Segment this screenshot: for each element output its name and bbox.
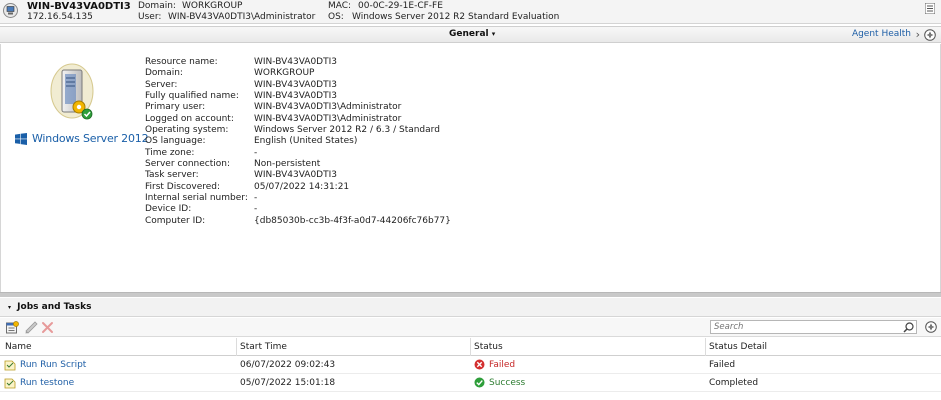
property-label: OS language: bbox=[145, 136, 206, 147]
delete-icon[interactable] bbox=[41, 321, 54, 334]
search-box bbox=[710, 320, 917, 334]
column-divider[interactable] bbox=[236, 338, 237, 356]
refresh-icon[interactable] bbox=[925, 321, 937, 333]
column-header-status-detail[interactable]: Status Detail bbox=[709, 342, 767, 352]
property-value: Windows Server 2012 R2 / 6.3 / Standard bbox=[254, 124, 440, 135]
mac-label: MAC: bbox=[328, 1, 352, 11]
jobs-section-title-wrap: ▾ Jobs and Tasks bbox=[8, 302, 91, 312]
ip-address: 172.16.54.135 bbox=[27, 12, 93, 22]
job-status-detail: Completed bbox=[709, 378, 759, 388]
property-label: Server connection: bbox=[145, 158, 230, 169]
column-divider[interactable] bbox=[470, 338, 471, 356]
os-label: OS: bbox=[328, 12, 344, 22]
menu-icon[interactable] bbox=[925, 3, 935, 14]
column-header-status[interactable]: Status bbox=[474, 342, 503, 352]
jobs-table: Name Start Time Status Status Detail Run… bbox=[0, 338, 941, 392]
property-value: WIN-BV43VA0DTI3\Administrator bbox=[254, 102, 402, 113]
domain-value: WORKGROUP bbox=[182, 1, 243, 11]
property-label: Server: bbox=[145, 79, 178, 90]
property-label: Fully qualified name: bbox=[145, 90, 239, 101]
edit-icon[interactable] bbox=[25, 321, 38, 334]
user-label: User: bbox=[138, 12, 162, 22]
os-value: Windows Server 2012 R2 Standard Evaluati… bbox=[352, 12, 560, 22]
chevron-down-icon: ▾ bbox=[491, 30, 496, 38]
property-value: WIN-BV43VA0DTI3 bbox=[254, 170, 337, 181]
column-header-start-time[interactable]: Start Time bbox=[240, 342, 287, 352]
job-status-detail: Failed bbox=[709, 360, 736, 370]
new-job-icon[interactable] bbox=[6, 321, 19, 334]
property-value: 05/07/2022 14:31:21 bbox=[254, 181, 350, 192]
property-value: WIN-BV43VA0DTI3 bbox=[254, 79, 337, 90]
computer-name: WIN-BV43VA0DTI3 bbox=[27, 1, 131, 12]
user-value: WIN-BV43VA0DTI3\Administrator bbox=[168, 12, 316, 22]
property-label: First Discovered: bbox=[145, 181, 221, 192]
chevron-down-icon[interactable]: ▾ bbox=[8, 304, 11, 311]
general-title: General bbox=[449, 29, 489, 39]
server-image bbox=[50, 63, 94, 120]
property-value: WIN-BV43VA0DTI3\Administrator bbox=[254, 113, 402, 124]
general-section: Windows Server 2012 Resource name: WIN-BV… bbox=[0, 44, 941, 292]
property-value: Non-persistent bbox=[254, 158, 321, 169]
property-label: Device ID: bbox=[145, 204, 192, 215]
windows-flag-icon bbox=[15, 133, 27, 145]
property-label: Time zone: bbox=[145, 147, 195, 158]
task-icon bbox=[4, 378, 16, 389]
property-label: Resource name: bbox=[145, 57, 218, 67]
property-value: WIN-BV43VA0DTI3 bbox=[254, 90, 337, 101]
property-label: Logged on account: bbox=[145, 113, 234, 124]
search-input[interactable] bbox=[711, 321, 896, 333]
general-dropdown[interactable]: General ▾ bbox=[449, 29, 495, 39]
property-label: Primary user: bbox=[145, 102, 206, 113]
column-header-name[interactable]: Name bbox=[5, 342, 32, 352]
resource-header: WIN-BV43VA0DTI3 172.16.54.135 Domain: WO… bbox=[0, 0, 941, 24]
domain-label: Domain: bbox=[138, 1, 176, 11]
property-label: Operating system: bbox=[145, 124, 229, 135]
property-label: Internal serial number: bbox=[145, 192, 248, 203]
job-start-time: 05/07/2022 15:01:18 bbox=[240, 378, 336, 388]
job-status: Success bbox=[489, 378, 526, 388]
property-value: - bbox=[254, 147, 258, 158]
job-status: Failed bbox=[489, 360, 516, 370]
property-value: WIN-BV43VA0DTI3 bbox=[254, 57, 337, 67]
search-icon[interactable] bbox=[903, 322, 914, 333]
property-value: - bbox=[254, 192, 258, 203]
table-row[interactable]: Run testone 05/07/2022 15:01:18 Success … bbox=[0, 374, 941, 392]
chevron-right-icon[interactable]: › bbox=[916, 28, 920, 41]
property-label: Computer ID: bbox=[145, 215, 206, 226]
job-name-link[interactable]: Run testone bbox=[20, 378, 74, 388]
property-label: Domain: bbox=[145, 68, 183, 79]
windows-server-logo: Windows Server 2012 bbox=[15, 132, 149, 146]
property-value: English (United States) bbox=[254, 136, 358, 147]
failed-icon bbox=[474, 359, 485, 370]
nav-circle-icon[interactable] bbox=[924, 29, 936, 41]
success-icon bbox=[474, 377, 485, 388]
jobs-toolbar bbox=[0, 318, 941, 337]
property-value: - bbox=[254, 204, 258, 215]
table-header: Name Start Time Status Status Detail bbox=[0, 338, 941, 356]
general-bar: General ▾ Agent Health › bbox=[0, 26, 941, 43]
table-row[interactable]: Run Run Script 06/07/2022 09:02:43 Faile… bbox=[0, 356, 941, 374]
property-label: Task server: bbox=[145, 170, 199, 181]
job-name-link[interactable]: Run Run Script bbox=[20, 360, 86, 370]
agent-health-link[interactable]: Agent Health bbox=[852, 29, 911, 39]
job-start-time: 06/07/2022 09:02:43 bbox=[240, 360, 336, 370]
mac-value: 00-0C-29-1E-CF-FE bbox=[358, 1, 443, 11]
task-icon bbox=[4, 360, 16, 371]
jobs-section-header[interactable]: ▾ Jobs and Tasks bbox=[0, 298, 941, 317]
column-divider[interactable] bbox=[705, 338, 706, 356]
property-value: WORKGROUP bbox=[254, 68, 315, 79]
pane-splitter[interactable] bbox=[0, 292, 941, 297]
computer-icon bbox=[3, 3, 18, 18]
jobs-section-title: Jobs and Tasks bbox=[17, 302, 92, 312]
property-value: {db85030b-cc3b-4f3f-a0d7-44206fc76b77} bbox=[254, 215, 451, 226]
windows-server-logo-text: Windows Server 2012 bbox=[32, 132, 149, 145]
